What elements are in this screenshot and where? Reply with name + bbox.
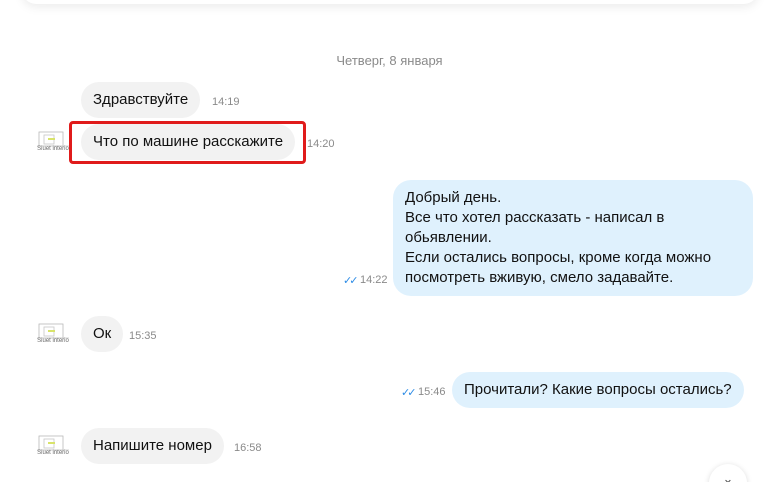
message-text: Прочитали? Какие вопросы остались?	[464, 381, 732, 398]
company-logo-icon	[37, 435, 69, 451]
message-time: 14:20	[307, 138, 335, 150]
message-line: Добрый день.	[405, 189, 502, 206]
company-logo-icon	[37, 131, 69, 147]
company-logo-icon	[37, 323, 69, 339]
message-time: 15:46	[418, 386, 446, 398]
chevron-down-icon: ⌄	[722, 471, 734, 482]
incoming-message[interactable]: Ок	[81, 316, 124, 352]
message-line: Если остались вопросы, кроме когда можно	[405, 249, 712, 266]
highlight-box	[69, 121, 306, 164]
outgoing-message[interactable]: Добрый день. Все что хотел рассказать - …	[393, 180, 753, 296]
avatar-label: Siuet interio	[37, 146, 69, 152]
message-line: обьявлении.	[405, 229, 492, 246]
contact-avatar[interactable]: Siuet interio	[35, 433, 71, 461]
message-text: Напишите номер	[93, 437, 212, 454]
message-line: Все что хотел рассказать - написал в	[405, 209, 665, 226]
scroll-down-button[interactable]: ⌄	[709, 464, 747, 482]
message-time: 16:58	[234, 442, 262, 454]
contact-avatar[interactable]: Siuet interio	[35, 321, 71, 349]
double-check-icon: ✓✓	[343, 275, 359, 287]
message-time: 14:19	[212, 96, 240, 108]
outgoing-message[interactable]: Прочитали? Какие вопросы остались?	[452, 372, 744, 408]
date-separator: Четверг, 8 января	[336, 53, 443, 68]
message-time: 15:35	[129, 330, 157, 342]
incoming-message[interactable]: Здравствуйте	[81, 82, 201, 118]
message-time: 14:22	[360, 274, 388, 286]
message-text: Здравствуйте	[93, 91, 189, 108]
message-text: Ок	[93, 325, 112, 342]
message-line: посмотреть вживую, смело задавайте.	[405, 269, 674, 286]
avatar-label: Siuet interio	[37, 450, 69, 456]
chat-header-edge	[22, 0, 758, 4]
double-check-icon: ✓✓	[401, 387, 417, 399]
chat-window: Четверг, 8 января Здравствуйте 14:19 Siu…	[0, 0, 779, 482]
contact-avatar[interactable]: Siuet interio	[35, 129, 71, 157]
incoming-message[interactable]: Напишите номер	[81, 428, 224, 464]
avatar-label: Siuet interio	[37, 338, 69, 344]
